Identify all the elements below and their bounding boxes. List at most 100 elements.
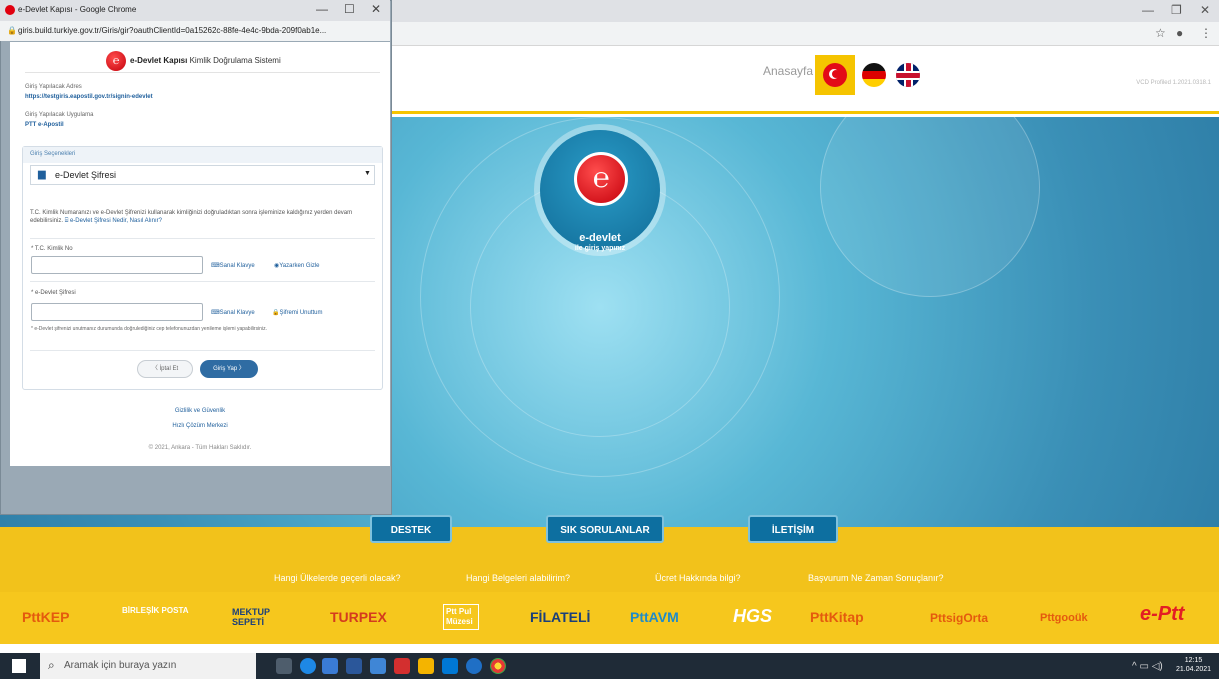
flag-de-icon[interactable] xyxy=(862,63,886,87)
taskbar-search-placeholder: Aramak için buraya yazın xyxy=(64,660,177,671)
hide-typing-label: Yazarken Gizle xyxy=(279,263,320,269)
popup-url[interactable]: giris.build.turkiye.gov.tr/Giris/gir?oau… xyxy=(18,26,326,35)
info-link-icon: ⌸ xyxy=(64,218,69,224)
faq-link-documents[interactable]: Hangi Belgeleri alabilirim? xyxy=(466,573,570,583)
login-method-value: e-Devlet Şifresi xyxy=(55,170,117,180)
logo-birlesik-posta[interactable]: BİRLEŞİK POSTA xyxy=(122,606,202,615)
faq-button[interactable]: SIK SORULANLAR xyxy=(546,515,664,543)
brand-title-rest: Kimlik Doğrulama Sistemi xyxy=(189,56,281,65)
password-label: * e-Devlet Şifresi xyxy=(31,290,76,296)
tc-label: * T.C. Kimlik No xyxy=(31,246,73,252)
info-link[interactable]: e-Devlet Şifresi Nedir, Nasıl Alınır? xyxy=(70,218,162,224)
logo-pttsigorta[interactable]: PttsigOrta xyxy=(930,611,988,625)
brand-title: e-Devlet Kapısı Kimlik Doğrulama Sistemi xyxy=(130,56,281,65)
login-options-header xyxy=(23,147,382,163)
nav-home-link[interactable]: Anasayfa xyxy=(763,64,813,78)
privacy-link[interactable]: Gizlilik ve Güvenlik xyxy=(10,408,390,414)
ie-icon[interactable] xyxy=(466,658,482,674)
divider xyxy=(30,238,375,239)
divider xyxy=(30,350,375,351)
brand-divider xyxy=(25,72,380,73)
faq-link-fee[interactable]: Ücret Hakkında bilgi? xyxy=(655,573,741,583)
profile-icon[interactable]: ● xyxy=(1176,26,1183,40)
flag-tr-icon[interactable] xyxy=(823,63,847,87)
windows-start-icon[interactable] xyxy=(12,659,26,673)
edge-icon[interactable] xyxy=(300,658,316,674)
popup-maximize-icon[interactable]: ☐ xyxy=(344,2,355,16)
forgot-password-link[interactable]: 🔒Şifremi Unuttum xyxy=(272,309,323,316)
virtual-keyboard-label: Sanal Klavye xyxy=(219,310,255,316)
popup-window-title: e-Devlet Kapısı - Google Chrome xyxy=(18,5,137,14)
hide-typing-toggle[interactable]: ◉Yazarken Gizle xyxy=(274,262,320,269)
faq-link-result[interactable]: Başvurum Ne Zaman Sonuçlanır? xyxy=(808,573,944,583)
hero-title: e-devlet xyxy=(579,232,621,244)
target-app-label: Giriş Yapılacak Uygulama xyxy=(25,112,94,118)
forgot-password-label: Şifremi Unuttum xyxy=(279,310,323,316)
tc-kimlik-input[interactable] xyxy=(31,256,203,274)
virtual-keyboard-link-tc[interactable]: ⌨Sanal Klavye xyxy=(211,262,255,269)
edevlet-logo-icon: ℮ xyxy=(574,152,628,206)
version-text: VCD Profiled 1.2021.0318.1 xyxy=(1136,80,1211,86)
logo-pttkitap[interactable]: PttKitap xyxy=(810,609,864,625)
logo-hgs[interactable]: HGS xyxy=(733,606,772,627)
edevlet-brand-icon: ℮ xyxy=(106,51,126,71)
virtual-keyboard-label: Sanal Klavye xyxy=(219,263,255,269)
cancel-button[interactable]: 〈 İptal Et xyxy=(137,360,193,378)
screen: — ❐ ✕ ☆ ● ⋮ Anasayfa VCD Profiled 1.2021… xyxy=(0,0,1219,679)
logo-pttavm[interactable]: PttAVM xyxy=(630,609,679,625)
word-icon[interactable] xyxy=(346,658,362,674)
chrome-icon[interactable] xyxy=(490,658,506,674)
login-button[interactable]: Giriş Yap 〉 xyxy=(200,360,258,378)
menu-icon[interactable]: ⋮ xyxy=(1200,26,1212,40)
password-input[interactable] xyxy=(31,303,203,321)
flag-gb-icon[interactable] xyxy=(896,63,920,87)
logo-mektup-sepeti[interactable]: MEKTUP SEPETİ xyxy=(232,607,294,627)
app-icon[interactable] xyxy=(418,658,434,674)
keyboard-icon: ⌨ xyxy=(211,310,220,316)
close-icon[interactable]: ✕ xyxy=(1200,3,1210,17)
minimize-icon[interactable]: — xyxy=(1142,3,1154,17)
taskbar-clock[interactable]: 12:15 21.04.2021 xyxy=(1176,656,1211,674)
partner-logos-strip xyxy=(0,592,1219,644)
divider xyxy=(30,281,375,282)
task-view-icon[interactable] xyxy=(276,658,292,674)
star-icon[interactable]: ☆ xyxy=(1155,26,1166,40)
popup-minimize-icon[interactable]: — xyxy=(316,2,328,16)
info-text: T.C. Kimlik Numaranızı ve e-Devlet Şifre… xyxy=(30,209,375,225)
target-app-value: PTT e-Apostil xyxy=(25,122,64,128)
app-icon[interactable] xyxy=(370,658,386,674)
virtual-keyboard-link-pass[interactable]: ⌨Sanal Klavye xyxy=(211,309,255,316)
id-card-icon: ▆ xyxy=(38,169,46,180)
favicon-icon xyxy=(5,5,15,15)
logo-turpex[interactable]: TURPEX xyxy=(330,609,387,625)
logo-filateli[interactable]: FİLATELİ xyxy=(530,609,590,625)
logo-ptt-pul-muzesi[interactable]: Ptt Pul Müzesi xyxy=(443,604,479,630)
login-options-title: Giriş Seçenekleri xyxy=(30,151,76,157)
pdf-icon[interactable] xyxy=(394,658,410,674)
target-address-value: https://testgiris.eapostil.gov.tr/signin… xyxy=(25,94,153,100)
system-tray-icons[interactable]: ^ ▭ ◁) xyxy=(1132,661,1163,672)
popup-close-icon[interactable]: ✕ xyxy=(371,2,381,16)
faq-link-countries[interactable]: Hangi Ülkelerde geçerli olacak? xyxy=(274,573,401,583)
hero-subtitle: ile giriş yapınız xyxy=(574,245,626,252)
hero-ring xyxy=(820,117,1040,297)
support-button[interactable]: DESTEK xyxy=(370,515,452,543)
brand-title-bold: e-Devlet Kapısı xyxy=(130,56,188,65)
restore-icon[interactable]: ❐ xyxy=(1171,3,1182,17)
clock-time: 12:15 xyxy=(1184,657,1203,664)
contact-button[interactable]: İLETİŞİM xyxy=(748,515,838,543)
target-address-label: Giriş Yapılacak Adres xyxy=(25,84,82,90)
outlook-icon[interactable] xyxy=(442,658,458,674)
store-icon[interactable] xyxy=(322,658,338,674)
logo-pttkep[interactable]: PttKEP xyxy=(22,609,69,625)
clock-date: 21.04.2021 xyxy=(1176,666,1212,673)
chevron-down-icon[interactable]: ▼ xyxy=(364,170,371,177)
logo-e-ptt[interactable]: e-Ptt xyxy=(1140,603,1184,626)
forgot-note: * e-Devlet şifrenizi unutmanız durumunda… xyxy=(31,326,267,332)
lock-icon: 🔒 xyxy=(7,26,17,35)
copyright-text: © 2021, Ankara - Tüm Hakları Saklıdır. xyxy=(148,445,252,451)
help-center-link[interactable]: Hızlı Çözüm Merkezi xyxy=(10,423,390,429)
keyboard-icon: ⌨ xyxy=(211,263,220,269)
search-icon: ⌕ xyxy=(48,658,55,672)
logo-pttgooguk[interactable]: Pttgooük xyxy=(1040,612,1088,624)
